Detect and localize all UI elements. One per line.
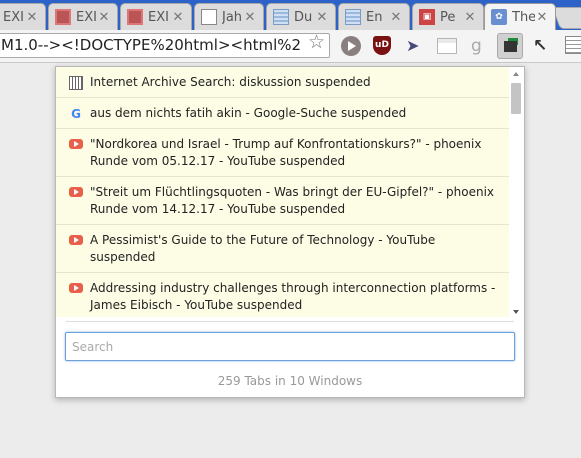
list-item[interactable]: "Streit um Flüchtlingsquoten - Was bring… [56,177,509,225]
browser-tab[interactable]: EXI ✕ [0,3,46,30]
suspended-tab-list[interactable]: Internet Archive Search: diskussion susp… [56,67,509,317]
image-favicon-icon [127,9,143,25]
grid-icon[interactable] [437,38,457,54]
list-item[interactable]: G aus dem nichts fatih akin - Google-Suc… [56,98,509,129]
youtube-icon [69,187,83,197]
item-title: aus dem nichts fatih akin - Google-Suche… [90,106,407,120]
divider [66,321,514,322]
browser-tab[interactable]: EXI ✕ [120,3,192,30]
search-area: 259 Tabs in 10 Windows [56,317,524,397]
g-icon[interactable]: g [471,36,491,56]
item-title: "Streit um Flüchtlingsquoten - Was bring… [90,185,495,216]
image-favicon-icon [55,9,71,25]
arrow-icon[interactable]: ↖ [533,36,553,56]
scroll-down-icon[interactable] [513,310,519,314]
tab-title: EXI [148,9,169,25]
list-item[interactable]: Internet Archive Search: diskussion susp… [56,67,509,98]
close-icon[interactable]: ✕ [535,10,549,25]
browser-tab-active[interactable]: ✿ The ✕ [484,3,556,30]
close-icon[interactable]: ✕ [171,10,185,25]
tab-title: Pe [440,9,456,25]
scrollbar-thumb[interactable] [511,83,521,114]
the-favicon-icon: ✿ [491,9,507,25]
ublock-icon[interactable]: uD [373,36,391,55]
item-title: "Nordkorea und Israel - Trump auf Konfro… [90,137,482,168]
tab-title: Du [294,9,313,25]
item-title: Internet Archive Search: diskussion susp… [90,75,371,89]
bookmark-star-icon[interactable]: ☆ [308,32,325,52]
browser-tab[interactable]: EXI ✕ [48,3,118,30]
item-title: Addressing industry challenges through i… [90,281,496,312]
wikipedia-favicon-icon [273,9,289,25]
list-item[interactable]: "Nordkorea und Israel - Trump auf Konfro… [56,129,509,177]
scroll-up-icon[interactable] [513,72,519,76]
youtube-icon [69,139,83,149]
tab-title: Jah [222,9,243,25]
tab-title: En [366,9,383,25]
tab-strip: EXI ✕ EXI ✕ EXI ✕ Jah ✕ Du ✕ En ✕ ▣ Pe ✕… [0,0,581,33]
close-icon[interactable]: ✕ [389,10,403,25]
page-favicon-icon [201,9,217,25]
youtube-icon [69,235,83,245]
tab-count-status: 259 Tabs in 10 Windows [217,374,363,388]
new-tab-button[interactable] [551,7,581,29]
tab-title: EXI [3,9,24,25]
youtube-icon [69,283,83,293]
browser-tab[interactable]: Du ✕ [266,3,336,30]
list-item[interactable]: A Pessimist's Guide to the Future of Tec… [56,225,509,273]
browser-toolbar: M1.0--><!DOCTYPE%20html><html%2 ☆ uD ➤ g… [0,30,581,63]
google-icon: G [71,107,81,121]
archive-icon [69,76,83,90]
browser-tab[interactable]: ▣ Pe ✕ [412,3,484,30]
search-input[interactable] [65,332,515,361]
browser-tab[interactable]: Jah ✕ [194,3,264,30]
wikipedia-favicon-icon [345,9,361,25]
document-icon[interactable] [565,36,581,54]
browser-tab[interactable]: En ✕ [338,3,410,30]
close-icon[interactable]: ✕ [315,10,329,25]
close-icon[interactable]: ✕ [243,10,257,25]
tab-manager-icon[interactable] [497,33,523,59]
tab-title: The [512,9,535,25]
item-title: A Pessimist's Guide to the Future of Tec… [90,233,436,264]
play-icon[interactable] [341,36,361,56]
pe-favicon-icon: ▣ [419,9,435,25]
close-icon[interactable]: ✕ [25,10,39,25]
tab-title: EXI [76,9,97,25]
close-icon[interactable]: ✕ [463,10,477,25]
address-text: M1.0--><!DOCTYPE%20html><html%2 [1,36,302,54]
cursor-icon[interactable]: ➤ [406,36,426,56]
list-item[interactable]: Addressing industry challenges through i… [56,273,509,317]
list-scrollbar[interactable] [509,67,524,317]
close-icon[interactable]: ✕ [97,10,111,25]
tab-manager-popup: Internet Archive Search: diskussion susp… [55,66,525,398]
address-bar[interactable]: M1.0--><!DOCTYPE%20html><html%2 [0,33,330,58]
